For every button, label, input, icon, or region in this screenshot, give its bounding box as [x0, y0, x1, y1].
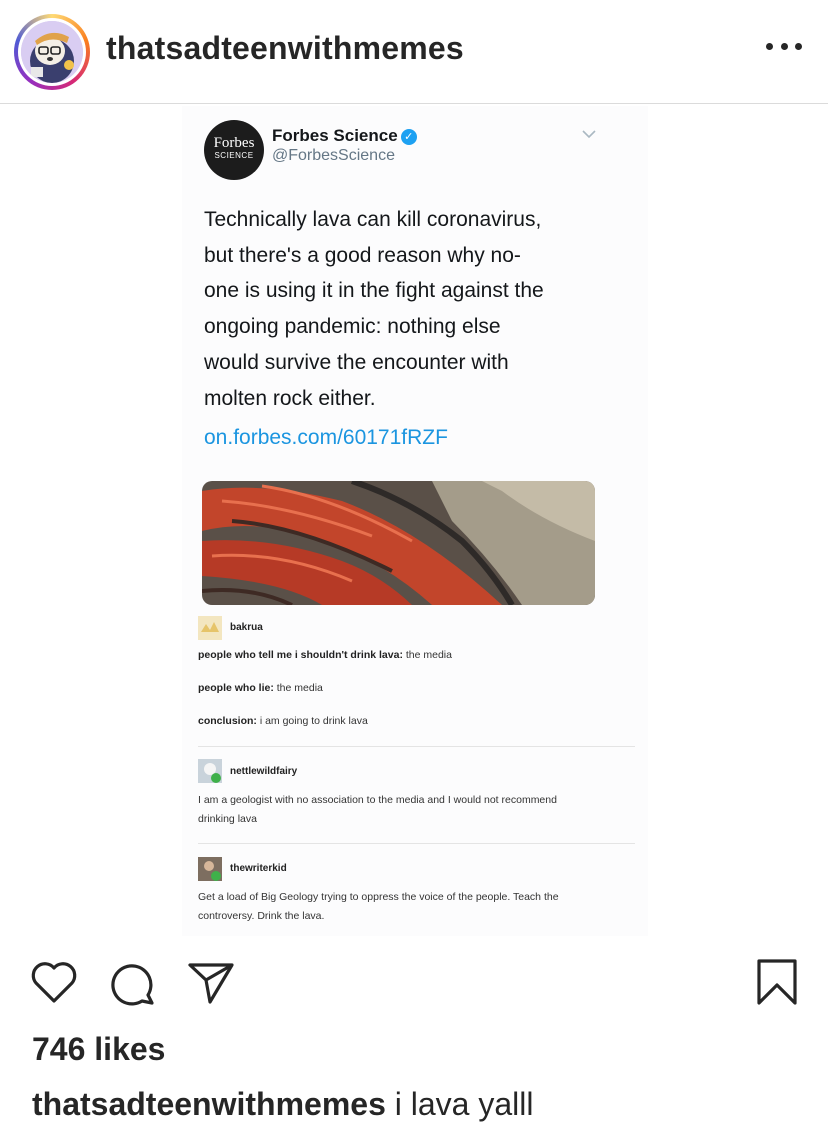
- post-caption: thatsadteenwithmemes i lava yalll: [32, 1086, 533, 1123]
- heart-icon[interactable]: [30, 960, 78, 1009]
- tumblr-post-line: people who tell me i shouldn't drink lav…: [198, 649, 452, 661]
- caption-username[interactable]: thatsadteenwithmemes: [32, 1086, 386, 1122]
- tumblr-username: thewriterkid: [230, 863, 287, 874]
- tweet-author-name: Forbes Science: [272, 126, 398, 145]
- tweet-text: Technically lava can kill coronavirus, b…: [204, 202, 624, 416]
- likes-count[interactable]: 746 likes: [32, 1031, 165, 1068]
- post-header: thatsadteenwithmemes: [0, 0, 828, 104]
- forbes-logo-subtext: SCIENCE: [214, 151, 254, 160]
- verified-badge-icon: ✓: [400, 129, 417, 145]
- tweet-link: on.forbes.com/60171fRZF: [204, 426, 448, 449]
- more-options-icon[interactable]: [766, 36, 802, 56]
- tweet-line: would survive the encounter with: [204, 350, 509, 374]
- forbes-science-avatar: Forbes SCIENCE: [204, 120, 264, 180]
- bookmark-icon[interactable]: [756, 958, 798, 1011]
- avatar[interactable]: [14, 14, 90, 90]
- tweet-line: ongoing pandemic: nothing else: [204, 315, 501, 339]
- forbes-logo-text: Forbes: [213, 135, 255, 151]
- divider: [198, 843, 635, 844]
- tweet-line: but there's a good reason why no-: [204, 243, 521, 267]
- tumblr-post-line: conclusion: i am going to drink lava: [198, 715, 368, 727]
- tumblr-post-line: people who lie: the media: [198, 682, 323, 694]
- tweet-line: Technically lava can kill coronavirus,: [204, 208, 542, 231]
- lava-photo: [202, 481, 595, 605]
- tumblr-post-line: controversy. Drink the lava.: [198, 910, 325, 922]
- tweet-author: Forbes Science ✓: [272, 126, 417, 146]
- caption-text: i lava yalll: [385, 1086, 534, 1122]
- tumblr-post-line: Get a load of Big Geology trying to oppr…: [198, 891, 559, 903]
- post-image[interactable]: Forbes SCIENCE Forbes Science ✓ @ForbesSc…: [182, 106, 648, 936]
- tumblr-username: nettlewildfairy: [230, 766, 298, 777]
- tumblr-avatar: [198, 759, 222, 783]
- comment-icon[interactable]: [110, 960, 156, 1011]
- tumblr-avatar: [198, 857, 222, 881]
- divider: [198, 746, 635, 747]
- chevron-down-icon: [582, 126, 596, 142]
- tumblr-post-line: drinking lava: [198, 813, 257, 825]
- send-icon[interactable]: [188, 962, 234, 1009]
- tweet-handle: @ForbesScience: [272, 147, 395, 164]
- tumblr-post-line: I am a geologist with no association to …: [198, 794, 557, 806]
- header-username[interactable]: thatsadteenwithmemes: [106, 30, 464, 67]
- tumblr-username: bakrua: [230, 622, 263, 633]
- tumblr-avatar: [198, 616, 222, 640]
- tweet-line: one is using it in the fight against the: [204, 279, 544, 303]
- cartoon-character-avatar-icon: [21, 21, 83, 83]
- tweet-line: molten rock either.: [204, 386, 376, 410]
